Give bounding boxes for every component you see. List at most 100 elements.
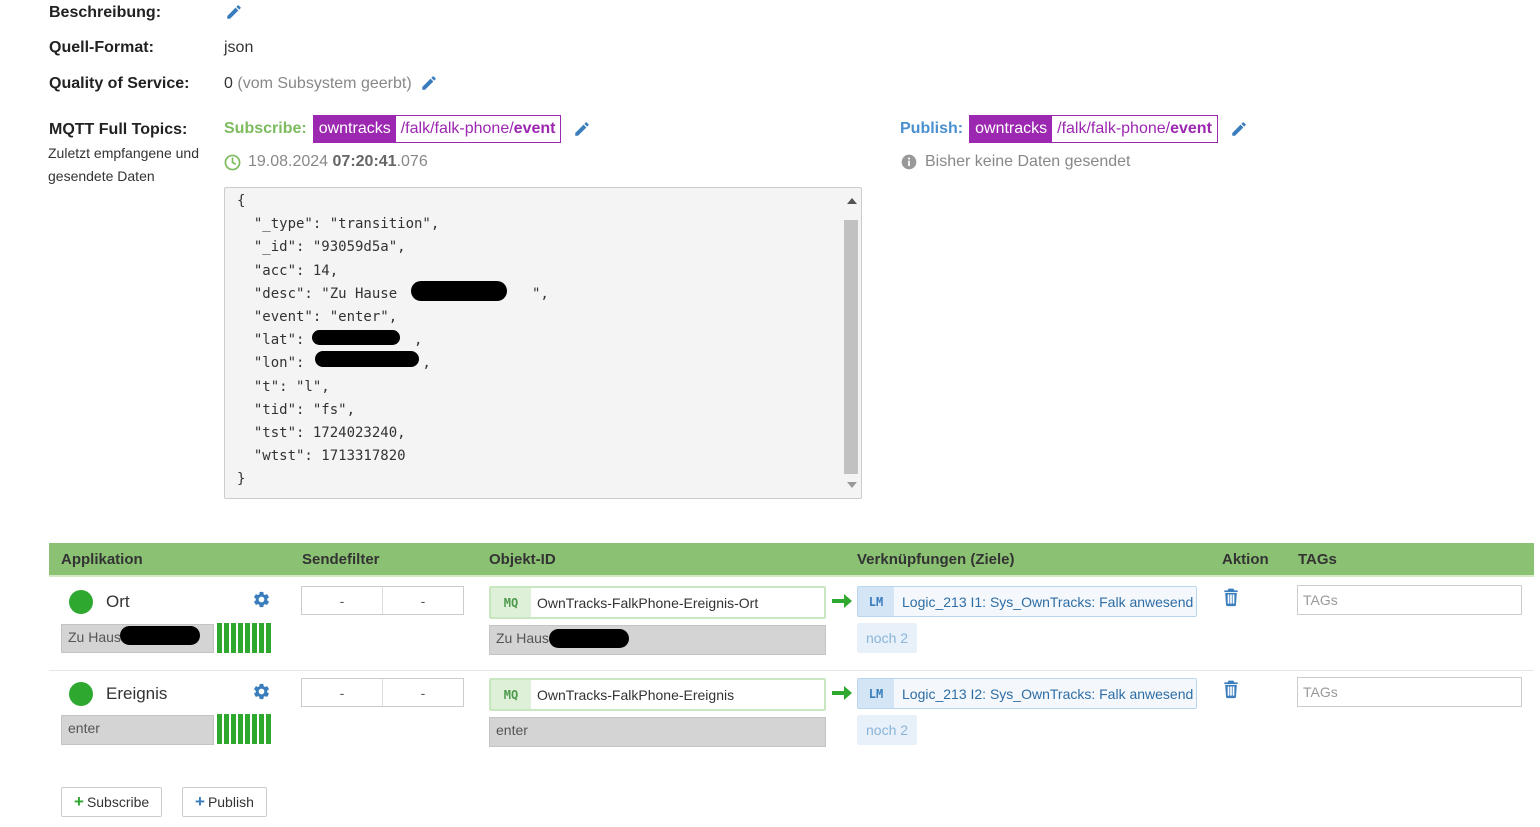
tags-input[interactable]: TAGs (1297, 677, 1522, 707)
qos-note: (vom Subsystem geerbt) (237, 75, 412, 92)
mq-tag: MQ (491, 680, 531, 709)
publish-topic-path: /falk/falk-phone/event (1052, 116, 1217, 142)
clock-icon (224, 154, 241, 171)
lm-tag: LM (858, 679, 894, 708)
redaction-mark (411, 281, 507, 301)
app-value: enter (61, 715, 214, 745)
header-tags: TAGs (1298, 551, 1337, 568)
header-app: Applikation (61, 551, 143, 568)
json-line: "t": "l", (237, 378, 330, 395)
send-filter[interactable]: - - (301, 586, 464, 615)
subscribe-topic-prefix: owntracks (313, 116, 396, 142)
more-links-badge[interactable]: noch 2 (857, 715, 918, 745)
object-id: OwnTracks-FalkPhone-Ereignis-Ort (537, 594, 759, 611)
status-dot (69, 590, 93, 614)
trash-icon[interactable] (1221, 678, 1241, 700)
publish-label: Publish: (900, 120, 964, 137)
header-filter: Sendefilter (302, 551, 380, 568)
link-text[interactable]: Logic_213 I2: Sys_OwnTracks: Falk anwese… (894, 679, 1196, 708)
signal-bars (217, 623, 271, 653)
arrow-right-icon (831, 592, 853, 610)
info-icon (901, 154, 917, 170)
filter-a[interactable]: - (302, 679, 382, 706)
scroll-down-arrow[interactable] (847, 482, 857, 488)
mqtt-sub-note: Zuletzt empfangene und gesendete Daten (48, 145, 199, 184)
object-value: enter (489, 717, 826, 747)
pencil-icon[interactable] (225, 3, 243, 21)
publish-status: Bisher keine Daten gesendet (901, 153, 1130, 171)
plus-icon: + (195, 792, 205, 811)
trash-icon[interactable] (1221, 586, 1241, 608)
app-name: Ereignis (106, 684, 168, 703)
redaction-mark (315, 351, 419, 367)
tags-input[interactable]: TAGs (1297, 585, 1522, 615)
link-target[interactable]: LM Logic_213 I1: Sys_OwnTracks: Falk anw… (857, 586, 1197, 617)
table-header: Applikation Sendefilter Objekt-ID Verknü… (49, 543, 1534, 577)
arrow-right-icon (831, 684, 853, 702)
gear-icon[interactable] (252, 590, 271, 609)
link-target[interactable]: LM Logic_213 I2: Sys_OwnTracks: Falk anw… (857, 678, 1197, 709)
timestamp-ms: .076 (396, 153, 428, 170)
filter-b[interactable]: - (382, 587, 463, 614)
publish-topic-row: Publish: owntracks /falk/falk-phone/even… (900, 115, 1248, 143)
header-object: Objekt-ID (489, 551, 556, 568)
redaction-mark (120, 626, 200, 645)
json-line: "tst": 1724023240, (237, 425, 406, 442)
source-format-value: json (224, 39, 254, 56)
signal-bars (217, 714, 271, 744)
qos-number: 0 (224, 75, 233, 92)
json-line: { (237, 193, 246, 209)
json-scrollbar[interactable] (843, 190, 859, 496)
object-id-field[interactable]: MQ OwnTracks-FalkPhone-Ereignis (489, 678, 826, 711)
qos-value: 0 (vom Subsystem geerbt) (224, 75, 412, 93)
pencil-icon[interactable] (420, 74, 438, 92)
subscribe-topic: owntracks /falk/falk-phone/event (312, 115, 562, 143)
qos-label: Quality of Service: (49, 75, 190, 92)
more-links-badge[interactable]: noch 2 (857, 623, 918, 653)
json-line: } (237, 471, 246, 488)
json-payload-box[interactable]: { "_type": "transition", "_id": "93059d5… (224, 187, 862, 499)
object-value: Zu Hause (489, 625, 826, 655)
subscribe-topic-path: /falk/falk-phone/event (395, 116, 561, 142)
status-dot (69, 682, 93, 706)
publish-status-text: Bisher keine Daten gesendet (925, 153, 1131, 170)
filter-b[interactable]: - (382, 679, 463, 706)
json-line: "_type": "transition", (237, 216, 440, 233)
add-publish-button[interactable]: + Publish (182, 787, 267, 817)
json-line: "wtst": 1713317820 (237, 448, 406, 465)
json-line: "_id": "93059d5a", (237, 239, 406, 256)
filter-a[interactable]: - (302, 587, 382, 614)
source-format-label: Quell-Format: (49, 39, 154, 56)
publish-topic-prefix: owntracks (970, 116, 1053, 142)
redaction-mark (549, 629, 629, 648)
send-filter[interactable]: - - (301, 678, 464, 707)
add-publish-label: Publish (207, 794, 254, 810)
lm-tag: LM (858, 587, 894, 616)
redaction-mark (312, 330, 400, 345)
header-links: Verknüpfungen (Ziele) (857, 551, 1015, 568)
subscribe-topic-row: Subscribe: owntracks /falk/falk-phone/ev… (224, 115, 591, 143)
json-line: "event": "enter", (237, 309, 398, 326)
timestamp-date: 19.08.2024 (248, 153, 329, 170)
pencil-icon[interactable] (1230, 120, 1248, 138)
scroll-up-arrow[interactable] (847, 198, 857, 204)
link-text[interactable]: Logic_213 I1: Sys_OwnTracks: Falk anwese… (894, 587, 1196, 616)
pencil-icon[interactable] (573, 120, 591, 138)
app-name: Ort (106, 592, 130, 611)
description-label: Beschreibung: (49, 4, 162, 21)
json-line: "acc": 14, (237, 262, 339, 279)
object-id: OwnTracks-FalkPhone-Ereignis (537, 686, 735, 703)
publish-topic: owntracks /falk/falk-phone/event (969, 115, 1218, 143)
object-id-field[interactable]: MQ OwnTracks-FalkPhone-Ereignis-Ort (489, 586, 826, 619)
gear-icon[interactable] (252, 682, 271, 701)
mq-tag: MQ (491, 588, 531, 617)
add-subscribe-label: Subscribe (86, 794, 150, 810)
plus-icon: + (74, 792, 84, 811)
json-line: "tid": "fs", (237, 401, 356, 418)
subscribe-label: Subscribe: (224, 120, 307, 137)
add-subscribe-button[interactable]: + Subscribe (61, 787, 163, 817)
timestamp-time: 07:20:41 (332, 153, 397, 170)
header-action: Aktion (1222, 551, 1269, 568)
row-divider (49, 670, 1534, 671)
scroll-thumb[interactable] (844, 220, 858, 474)
